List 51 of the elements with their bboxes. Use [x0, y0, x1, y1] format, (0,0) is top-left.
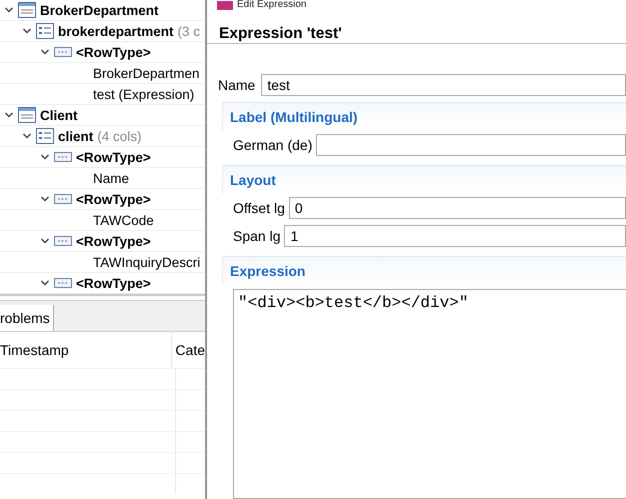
chevron-icon[interactable] — [40, 194, 50, 204]
app-icon — [217, 1, 233, 10]
chevron-icon[interactable] — [40, 278, 50, 288]
column-header[interactable]: Timestamp — [0, 332, 172, 368]
column-header[interactable]: Cate — [172, 332, 205, 368]
table-icon — [18, 107, 36, 123]
tree-item[interactable]: client — [58, 128, 94, 144]
field-label: German (de) — [233, 137, 312, 153]
tree-item[interactable]: BrokerDepartment — [40, 2, 159, 18]
input-field[interactable]: 1 — [284, 225, 626, 247]
chevron-icon[interactable] — [40, 236, 50, 246]
row-icon — [54, 44, 72, 60]
tree-item[interactable]: BrokerDepartmen — [93, 66, 200, 80]
list-icon — [36, 23, 54, 39]
section-header: Layout — [222, 165, 626, 194]
expression-editor[interactable]: "<div><b>test</b></div>" — [233, 289, 626, 499]
input-field[interactable]: 0 — [288, 197, 626, 219]
window-title: Edit Expression — [237, 0, 306, 10]
chevron-icon[interactable] — [4, 5, 14, 15]
column-count: (3 c — [178, 24, 200, 38]
list-icon — [36, 128, 54, 144]
row-icon — [54, 233, 72, 249]
field-label: Name — [218, 77, 256, 93]
field-label: Offset lg — [233, 200, 285, 216]
row-icon — [54, 149, 72, 165]
chevron-icon[interactable] — [22, 26, 32, 36]
problems-tab[interactable]: roblems — [0, 305, 54, 331]
tree-item[interactable]: TAWCode — [93, 212, 154, 228]
row-icon — [54, 275, 72, 291]
tree-item[interactable]: <RowType> — [76, 276, 151, 290]
tree-item[interactable]: test (Expression) — [93, 86, 194, 102]
chevron-icon[interactable] — [40, 47, 50, 57]
row-icon — [54, 191, 72, 207]
chevron-icon[interactable] — [40, 152, 50, 162]
tree-item[interactable]: Client — [40, 108, 78, 122]
tree-item[interactable]: <RowType> — [76, 234, 151, 248]
input-field[interactable] — [316, 134, 626, 156]
tree-item[interactable]: Name — [93, 170, 130, 186]
tree-item[interactable]: <RowType> — [76, 150, 151, 164]
section-header: Label (Multilingual) — [222, 102, 626, 131]
field-label: Span lg — [233, 228, 280, 244]
chevron-icon[interactable] — [22, 131, 32, 141]
tree-item[interactable]: TAWInquiryDescri — [93, 254, 200, 270]
section-header: Expression — [222, 256, 626, 285]
tree-item[interactable]: <RowType> — [76, 192, 151, 206]
column-count: (4 cols) — [97, 128, 142, 144]
chevron-icon[interactable] — [4, 110, 14, 120]
tree-item[interactable]: <RowType> — [76, 44, 151, 60]
tree-item[interactable]: brokerdepartment — [58, 24, 174, 38]
dialog-header: Expression 'test' — [218, 24, 343, 43]
name-field[interactable]: test — [261, 74, 626, 96]
